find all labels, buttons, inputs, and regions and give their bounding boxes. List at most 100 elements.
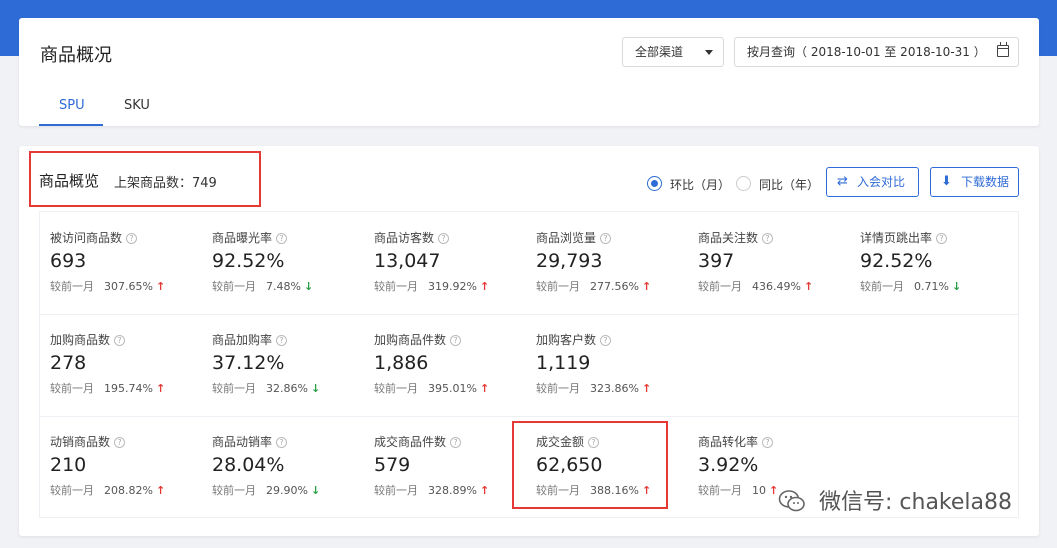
join-compare-button[interactable]: ⇄ 入会对比 — [826, 167, 919, 197]
metric-value: 693 — [50, 250, 87, 272]
metric-value: 28.04% — [212, 454, 285, 476]
arrow-down-icon: ↓ — [951, 280, 962, 293]
metric-label: 商品转化率 — [698, 435, 759, 449]
metric-change: 328.89% — [428, 484, 477, 497]
help-icon[interactable]: ? — [936, 233, 948, 244]
help-icon[interactable]: ? — [438, 233, 450, 244]
metric-change: 208.82% — [104, 484, 153, 497]
arrow-up-icon: ↑ — [479, 484, 490, 497]
compare-prefix: 较前一月 — [860, 280, 904, 293]
metric-value: 210 — [50, 454, 87, 476]
radio-mom-label: 环比（月） — [670, 178, 731, 192]
compare-prefix: 较前一月 — [536, 280, 580, 293]
radio-yoy[interactable] — [736, 176, 751, 191]
metric-change: 277.56% — [590, 280, 639, 293]
metric-visited-products: 被访问商品数? 693 较前一月 307.65% ↑ — [40, 212, 200, 302]
metric-moving-products: 动销商品数? 210 较前一月 208.82% ↑ — [40, 416, 200, 506]
metric-value: 13,047 — [374, 250, 441, 272]
wechat-icon — [778, 490, 805, 512]
metric-label: 被访问商品数 — [50, 231, 123, 245]
metric-label: 商品访客数 — [374, 231, 435, 245]
help-icon[interactable]: ? — [450, 335, 462, 346]
metric-follows: 商品关注数? 397 较前一月 436.49% ↑ — [688, 212, 848, 302]
swap-icon: ⇄ — [837, 174, 848, 189]
metric-page-views: 商品浏览量? 29,793 较前一月 277.56% ↑ — [526, 212, 686, 302]
channel-select[interactable]: 全部渠道 — [622, 37, 724, 67]
help-icon[interactable]: ? — [276, 335, 288, 346]
metric-label: 商品动销率 — [212, 435, 273, 449]
metric-change: 388.16% — [590, 484, 639, 497]
metric-exposure-rate: 商品曝光率? 92.52% 较前一月 7.48% ↓ — [202, 212, 362, 302]
metric-change: 395.01% — [428, 382, 477, 395]
metric-gmv: 成交金额? 62,650 较前一月 388.16% ↑ — [526, 416, 686, 506]
metric-change: 10 — [752, 484, 766, 497]
header-card: 商品概况 全部渠道 按月查询（ 2018-10-01 至 2018-10-31 … — [19, 18, 1039, 126]
date-range-value: 按月查询（ 2018-10-01 至 2018-10-31 ） — [747, 45, 986, 59]
metric-cart-items: 加购商品件数? 1,886 较前一月 395.01% ↑ — [364, 314, 524, 404]
arrow-up-icon: ↑ — [769, 484, 779, 497]
wechat-watermark: 微信号: chakela88 — [778, 484, 1012, 518]
metric-value: 92.52% — [212, 250, 285, 272]
metric-value: 3.92% — [698, 454, 759, 476]
radio-mom[interactable] — [647, 176, 662, 191]
help-icon[interactable]: ? — [276, 233, 288, 244]
radio-yoy-label: 同比（年） — [759, 178, 820, 192]
channel-select-value: 全部渠道 — [635, 45, 684, 59]
metric-label: 加购商品数 — [50, 333, 111, 347]
help-icon[interactable]: ? — [450, 437, 462, 448]
download-button[interactable]: ⬇ 下载数据 — [930, 167, 1019, 197]
date-range-picker[interactable]: 按月查询（ 2018-10-01 至 2018-10-31 ） — [734, 37, 1019, 67]
arrow-down-icon: ↓ — [310, 484, 321, 497]
arrow-down-icon: ↓ — [303, 280, 314, 293]
metric-label: 加购客户数 — [536, 333, 597, 347]
metric-moving-rate: 商品动销率? 28.04% 较前一月 29.90% ↓ — [202, 416, 362, 506]
compare-prefix: 较前一月 — [374, 280, 418, 293]
help-icon[interactable]: ? — [126, 233, 138, 244]
metric-cart-products: 加购商品数? 278 较前一月 195.74% ↑ — [40, 314, 200, 404]
compare-prefix: 较前一月 — [536, 484, 580, 497]
arrow-up-icon: ↑ — [155, 382, 166, 395]
page-title: 商品概况 — [40, 45, 112, 66]
help-icon[interactable]: ? — [114, 437, 126, 448]
help-icon[interactable]: ? — [600, 335, 612, 346]
listed-product-count: 上架商品数：749 — [114, 176, 217, 191]
arrow-up-icon: ↑ — [479, 382, 490, 395]
metric-label: 详情页跳出率 — [860, 231, 933, 245]
compare-prefix: 较前一月 — [50, 382, 94, 395]
metric-value: 278 — [50, 352, 87, 374]
caret-down-icon — [705, 50, 713, 55]
metric-change: 195.74% — [104, 382, 153, 395]
metric-value: 92.52% — [860, 250, 933, 272]
metric-value: 37.12% — [212, 352, 285, 374]
metric-label: 商品曝光率 — [212, 231, 273, 245]
help-icon[interactable]: ? — [588, 437, 600, 448]
join-compare-label: 入会对比 — [857, 175, 906, 189]
metric-cart-rate: 商品加购率? 37.12% 较前一月 32.86% ↓ — [202, 314, 362, 404]
compare-prefix: 较前一月 — [698, 280, 742, 293]
metric-change: 319.92% — [428, 280, 477, 293]
metric-value: 397 — [698, 250, 735, 272]
metric-value: 1,886 — [374, 352, 429, 374]
metric-label: 商品加购率 — [212, 333, 273, 347]
metric-change: 323.86% — [590, 382, 639, 395]
metric-sold-items: 成交商品件数? 579 较前一月 328.89% ↑ — [364, 416, 524, 506]
metric-change: 0.71% — [914, 280, 949, 293]
watermark-text: 微信号: chakela88 — [819, 490, 1013, 515]
help-icon[interactable]: ? — [762, 233, 774, 244]
tab-spu[interactable]: SPU — [59, 98, 85, 113]
help-icon[interactable]: ? — [762, 437, 774, 448]
metric-cart-customers: 加购客户数? 1,119 较前一月 323.86% ↑ — [526, 314, 686, 404]
help-icon[interactable]: ? — [600, 233, 612, 244]
tab-sku[interactable]: SKU — [124, 98, 150, 113]
section-title: 商品概览 — [39, 172, 100, 190]
metric-value: 29,793 — [536, 250, 603, 272]
calendar-icon — [997, 42, 1009, 57]
metric-label: 商品浏览量 — [536, 231, 597, 245]
metric-value: 579 — [374, 454, 411, 476]
download-icon: ⬇ — [941, 174, 952, 189]
metric-change: 307.65% — [104, 280, 153, 293]
metric-label: 成交金额 — [536, 435, 585, 449]
help-icon[interactable]: ? — [276, 437, 288, 448]
metric-change: 7.48% — [266, 280, 301, 293]
help-icon[interactable]: ? — [114, 335, 126, 346]
